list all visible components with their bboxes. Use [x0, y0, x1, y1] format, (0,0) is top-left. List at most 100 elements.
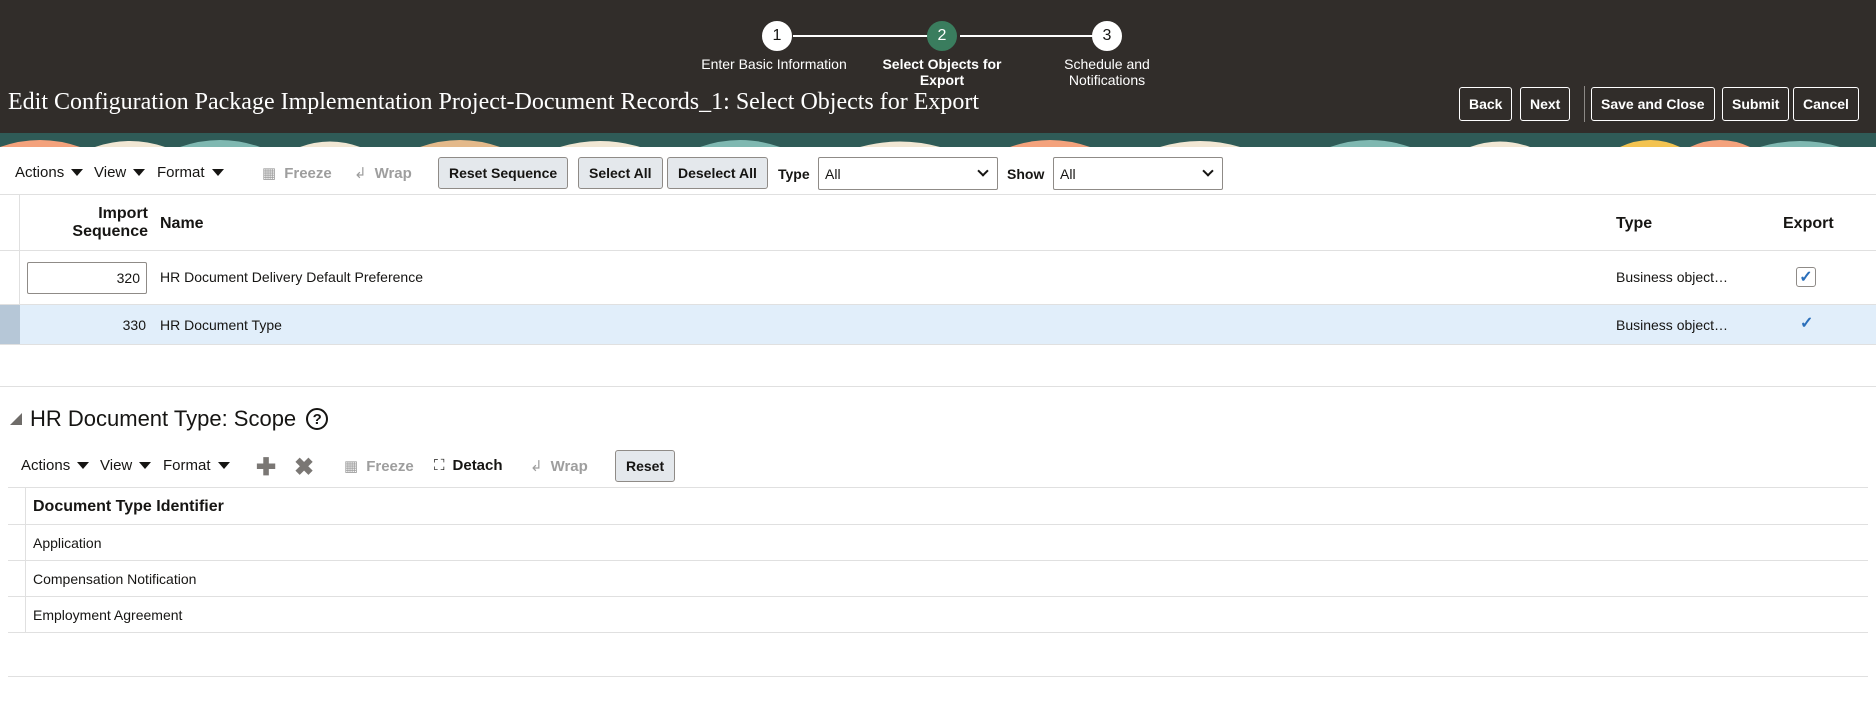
train-stop-label-text: Notifications	[1068, 72, 1146, 88]
scope-format-menu[interactable]: Format	[163, 457, 230, 474]
object-type: Business object…	[1616, 317, 1729, 333]
row-header-rail	[8, 525, 26, 560]
select-all-button[interactable]: Select All	[578, 157, 663, 189]
reset-button[interactable]: Reset	[615, 450, 676, 482]
deselect-all-button[interactable]: Deselect All	[667, 157, 768, 189]
wrap-label: Wrap	[374, 164, 412, 182]
header-divider	[1584, 86, 1585, 122]
table-header: Document Type Identifier	[8, 487, 1868, 525]
section-divider	[8, 676, 1868, 677]
delete-icon[interactable]: ✖	[294, 453, 314, 482]
row-header-rail	[8, 597, 26, 632]
scope-actions-menu[interactable]: Actions	[21, 457, 90, 474]
freeze-button[interactable]: ▦ Freeze	[262, 164, 332, 183]
submit-button[interactable]: Submit	[1722, 87, 1790, 121]
type-filter-label: Type	[778, 166, 810, 182]
detach-icon: ⛶	[434, 457, 445, 474]
row-header-rail	[0, 195, 20, 251]
row-header-rail	[8, 561, 26, 596]
train-stop-2-label[interactable]: Select Objects for Export	[862, 56, 1022, 88]
object-type: Business object…	[1616, 269, 1729, 285]
back-button[interactable]: Back	[1459, 87, 1513, 121]
column-header-name[interactable]: Name	[160, 215, 204, 233]
save-and-close-button[interactable]: Save and Close	[1591, 87, 1715, 121]
freeze-label: Freeze	[284, 164, 332, 182]
column-header-export[interactable]: Export	[1783, 215, 1834, 233]
train-stop-label-text: Schedule and	[1064, 56, 1150, 72]
row-selection-marker	[0, 305, 20, 344]
actions-menu-label: Actions	[21, 457, 71, 474]
reset-sequence-button[interactable]: Reset Sequence	[438, 157, 569, 189]
object-name: HR Document Delivery Default Preference	[160, 269, 423, 285]
table-row[interactable]: Employment Agreement	[8, 597, 1868, 633]
scope-section-header[interactable]: HR Document Type: Scope ?	[10, 406, 329, 432]
wrap-label: Wrap	[550, 457, 588, 475]
table-row-selected[interactable]: 330 HR Document Type Business object… ✓	[0, 305, 1876, 345]
collapse-triangle-icon[interactable]	[10, 413, 22, 425]
chevron-down-icon	[1202, 165, 1214, 177]
train-stop-label-text: Enter Basic Information	[701, 56, 847, 72]
actions-menu-label: Actions	[15, 164, 65, 181]
table-header: Import Sequence Name Type Export	[0, 194, 1876, 251]
train-stops: 1 2 3 Enter Basic Information Select Obj…	[0, 10, 1876, 88]
scope-freeze-button[interactable]: ▦ Freeze	[344, 457, 414, 476]
view-menu-label: View	[100, 457, 133, 474]
show-filter-value: All	[1060, 165, 1076, 182]
show-filter-select[interactable]: All	[1053, 157, 1223, 190]
caret-down-icon	[211, 169, 224, 176]
detach-button[interactable]: ⛶ Detach	[434, 457, 503, 474]
column-header-type[interactable]: Type	[1616, 215, 1652, 233]
type-filter-select[interactable]: All	[818, 157, 998, 190]
objects-toolbar: Actions View Format ▦ Freeze ↲ Wrap Rese…	[0, 156, 1876, 192]
table-row[interactable]: Compensation Notification	[8, 561, 1868, 597]
wrap-icon: ↲	[354, 165, 367, 182]
train-stop-3-label[interactable]: Schedule and Notifications	[1027, 56, 1187, 88]
column-header-text: Import	[98, 205, 148, 222]
train-stop-1-label[interactable]: Enter Basic Information	[694, 56, 854, 72]
column-header-document-type-identifier[interactable]: Document Type Identifier	[33, 498, 224, 516]
type-filter-value: All	[825, 165, 841, 182]
show-filter-label: Show	[1007, 166, 1045, 182]
caret-down-icon	[77, 462, 90, 469]
train-stop-3[interactable]: 3	[1092, 21, 1122, 51]
export-checkbox[interactable]: ✓	[1796, 267, 1816, 287]
scope-section-title: HR Document Type: Scope	[30, 406, 297, 431]
add-icon[interactable]: ✚	[256, 453, 276, 482]
freeze-icon: ▦	[344, 458, 359, 475]
train-stop-label-text: Select Objects for	[882, 56, 1002, 72]
scope-toolbar: Actions View Format ✚ ✖ ▦ Freeze ⛶ Detac…	[0, 449, 1876, 485]
format-menu[interactable]: Format	[157, 164, 224, 181]
format-menu-label: Format	[157, 164, 205, 181]
export-check-icon[interactable]: ✓	[1800, 313, 1813, 333]
view-menu-label: View	[94, 164, 127, 181]
actions-menu[interactable]: Actions	[15, 164, 84, 181]
table-row[interactable]: 320 HR Document Delivery Default Prefere…	[0, 251, 1876, 305]
section-divider	[0, 386, 1876, 387]
wrap-button[interactable]: ↲ Wrap	[354, 164, 412, 183]
caret-down-icon	[71, 169, 84, 176]
format-menu-label: Format	[163, 457, 211, 474]
freeze-label: Freeze	[366, 457, 414, 475]
train-stop-1[interactable]: 1	[762, 21, 792, 51]
train-stop-label-text: Export	[919, 72, 965, 88]
column-header-import-sequence[interactable]: Import Sequence	[60, 205, 148, 241]
cancel-button[interactable]: Cancel	[1793, 87, 1859, 121]
scope-wrap-button[interactable]: ↲ Wrap	[530, 457, 588, 476]
help-icon[interactable]: ?	[306, 408, 329, 430]
document-type-identifier: Application	[33, 535, 102, 551]
page-header: 1 2 3 Enter Basic Information Select Obj…	[0, 0, 1876, 133]
table-row[interactable]: Application	[8, 525, 1868, 561]
document-type-identifier: Employment Agreement	[33, 607, 183, 623]
scope-view-menu[interactable]: View	[100, 457, 152, 474]
document-type-identifier: Compensation Notification	[33, 571, 197, 587]
row-header-rail	[8, 488, 26, 524]
chevron-down-icon	[977, 165, 989, 177]
next-button[interactable]: Next	[1520, 87, 1571, 121]
view-menu[interactable]: View	[94, 164, 146, 181]
row-header-rail	[0, 251, 20, 304]
import-sequence-input[interactable]: 320	[27, 262, 147, 294]
page-title: Edit Configuration Package Implementatio…	[8, 89, 980, 115]
import-sequence-value: 330	[122, 317, 146, 333]
train-stop-2[interactable]: 2	[927, 21, 957, 51]
column-header-text: Sequence	[72, 223, 148, 240]
